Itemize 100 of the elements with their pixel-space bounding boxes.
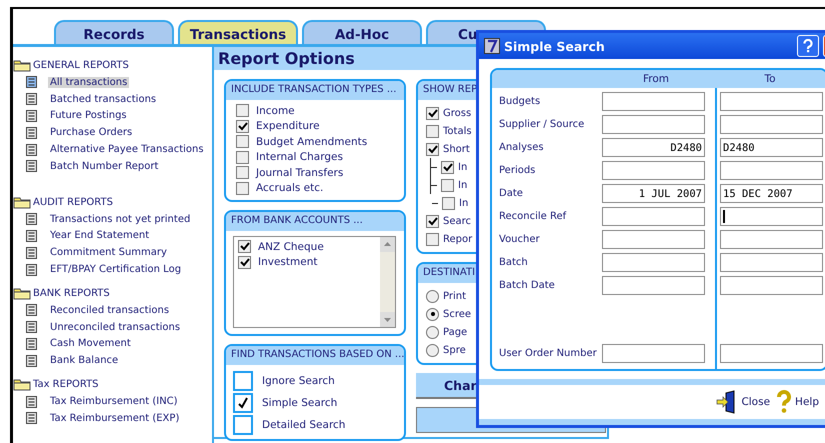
checkbox-label: Accruals etc. (256, 182, 324, 194)
checkbox[interactable] (233, 393, 253, 413)
sidebar-item[interactable]: Future Postings (48, 110, 129, 122)
checkbox[interactable] (238, 256, 251, 269)
sidebar-item[interactable]: Bank Balance (48, 355, 120, 366)
input-field[interactable] (602, 230, 705, 249)
folder-icon (13, 59, 31, 72)
input-field[interactable] (720, 161, 823, 180)
input-field[interactable] (602, 276, 705, 295)
folder-icon (13, 378, 31, 392)
input-field[interactable] (720, 207, 823, 226)
input-field[interactable] (720, 276, 823, 295)
checkbox[interactable] (236, 104, 249, 118)
checkbox[interactable] (426, 232, 439, 246)
checkbox[interactable] (426, 214, 439, 228)
checkbox-label: Detailed Search (262, 419, 346, 431)
checkbox-label: In (459, 198, 468, 208)
checkbox[interactable] (238, 240, 251, 254)
scroll-down-icon[interactable] (380, 312, 395, 327)
checkbox-label: Simple Search (262, 397, 338, 409)
checkbox[interactable] (236, 120, 249, 133)
input-field[interactable] (602, 161, 705, 180)
input-field[interactable]: 15 DEC 2007 (720, 184, 823, 203)
input-field[interactable] (602, 344, 705, 363)
report-icon (26, 93, 37, 106)
checkbox-label: Ignore Search (262, 375, 335, 387)
report-icon (26, 126, 37, 139)
checkbox-label: Short (443, 144, 470, 154)
sidebar-item[interactable]: Unreconciled transactions (48, 322, 182, 333)
checkbox[interactable] (233, 415, 253, 435)
radio-button[interactable] (426, 326, 439, 338)
sidebar-item[interactable]: Batched transactions (48, 94, 158, 105)
input-field[interactable] (602, 253, 705, 272)
sidebar-item[interactable]: Alternative Payee Transactions (48, 144, 206, 156)
sidebar-item[interactable]: Tax Reimbursement (EXP) (48, 412, 182, 424)
input-field[interactable] (720, 253, 823, 272)
checkbox-label: Expenditure (256, 120, 320, 132)
input-field[interactable] (602, 207, 705, 226)
help-icon[interactable] (797, 35, 819, 57)
checkbox-label: Repor (443, 234, 472, 244)
checkbox-label: Gross (443, 108, 472, 118)
checkbox[interactable] (236, 182, 249, 195)
checkbox-label: Budget Amendments (256, 136, 368, 148)
input-field[interactable] (602, 115, 705, 134)
radio-button[interactable] (426, 290, 439, 302)
group-title: FIND TRANSACTIONS BASED ON ... (226, 346, 404, 365)
group-title: INCLUDE TRANSACTION TYPES ... (226, 81, 404, 100)
radio-label: Page (443, 326, 468, 338)
checkbox-label: In (458, 162, 468, 172)
sidebar-item[interactable]: EFT/BPAY Certification Log (48, 264, 184, 276)
input-field[interactable]: D2480 (602, 138, 705, 157)
sidebar-item[interactable]: Year End Statement (48, 230, 152, 242)
radio-button[interactable] (426, 308, 439, 320)
section-title: GENERAL REPORTS (33, 60, 129, 71)
checkbox-label: Income (256, 104, 295, 117)
report-icon (26, 76, 37, 88)
tab[interactable]: Transactions (178, 20, 298, 44)
checkbox[interactable] (233, 371, 253, 391)
input-field[interactable]: D2480 (720, 138, 823, 157)
checkbox[interactable] (236, 166, 249, 180)
sidebar-item[interactable]: Cash Movement (48, 338, 133, 350)
field-label: User Order Number (498, 348, 598, 359)
radio-label: Scree (443, 308, 472, 320)
tab[interactable]: Ad-Hoc (302, 20, 422, 44)
sidebar-item[interactable]: Tax Reimbursement (INC) (48, 396, 180, 408)
section-title: AUDIT REPORTS (33, 196, 113, 208)
input-field[interactable] (720, 344, 823, 363)
checkbox[interactable] (426, 142, 439, 156)
radio-button[interactable] (426, 344, 439, 356)
report-icon (26, 304, 37, 316)
report-icon (26, 264, 37, 276)
checkbox-label: Investment (258, 256, 318, 268)
input-field[interactable] (720, 115, 823, 134)
tab[interactable]: Records (54, 20, 174, 44)
input-field[interactable] (720, 230, 823, 249)
input-field[interactable] (602, 92, 705, 111)
sidebar-item[interactable]: Purchase Orders (48, 127, 134, 138)
checkbox-label: Searc (443, 216, 472, 226)
checkbox[interactable] (236, 150, 249, 164)
help-button[interactable]: Help (776, 390, 819, 414)
checkbox[interactable] (426, 106, 439, 120)
field-label: Analyses (498, 142, 545, 153)
sidebar-item[interactable]: Transactions not yet printed (48, 214, 192, 225)
input-field[interactable] (720, 92, 823, 111)
sidebar-item[interactable]: Reconciled transactions (48, 304, 172, 316)
checkbox[interactable] (442, 196, 455, 210)
input-field[interactable]: 1 JUL 2007 (602, 184, 705, 203)
checkbox[interactable] (441, 160, 454, 174)
sidebar-item[interactable]: Commitment Summary (48, 247, 169, 258)
scrollbar[interactable] (380, 237, 395, 327)
sidebar-item[interactable]: Batch Number Report (48, 160, 160, 172)
report-icon (26, 230, 37, 242)
checkbox[interactable] (441, 178, 454, 192)
scroll-up-icon[interactable] (380, 237, 395, 252)
report-icon (26, 396, 37, 408)
sidebar-item[interactable]: All transactions (48, 76, 130, 88)
checkbox[interactable] (236, 135, 249, 148)
close-button[interactable]: Close (716, 390, 770, 414)
checkbox[interactable] (426, 124, 439, 138)
report-icon (26, 338, 37, 350)
